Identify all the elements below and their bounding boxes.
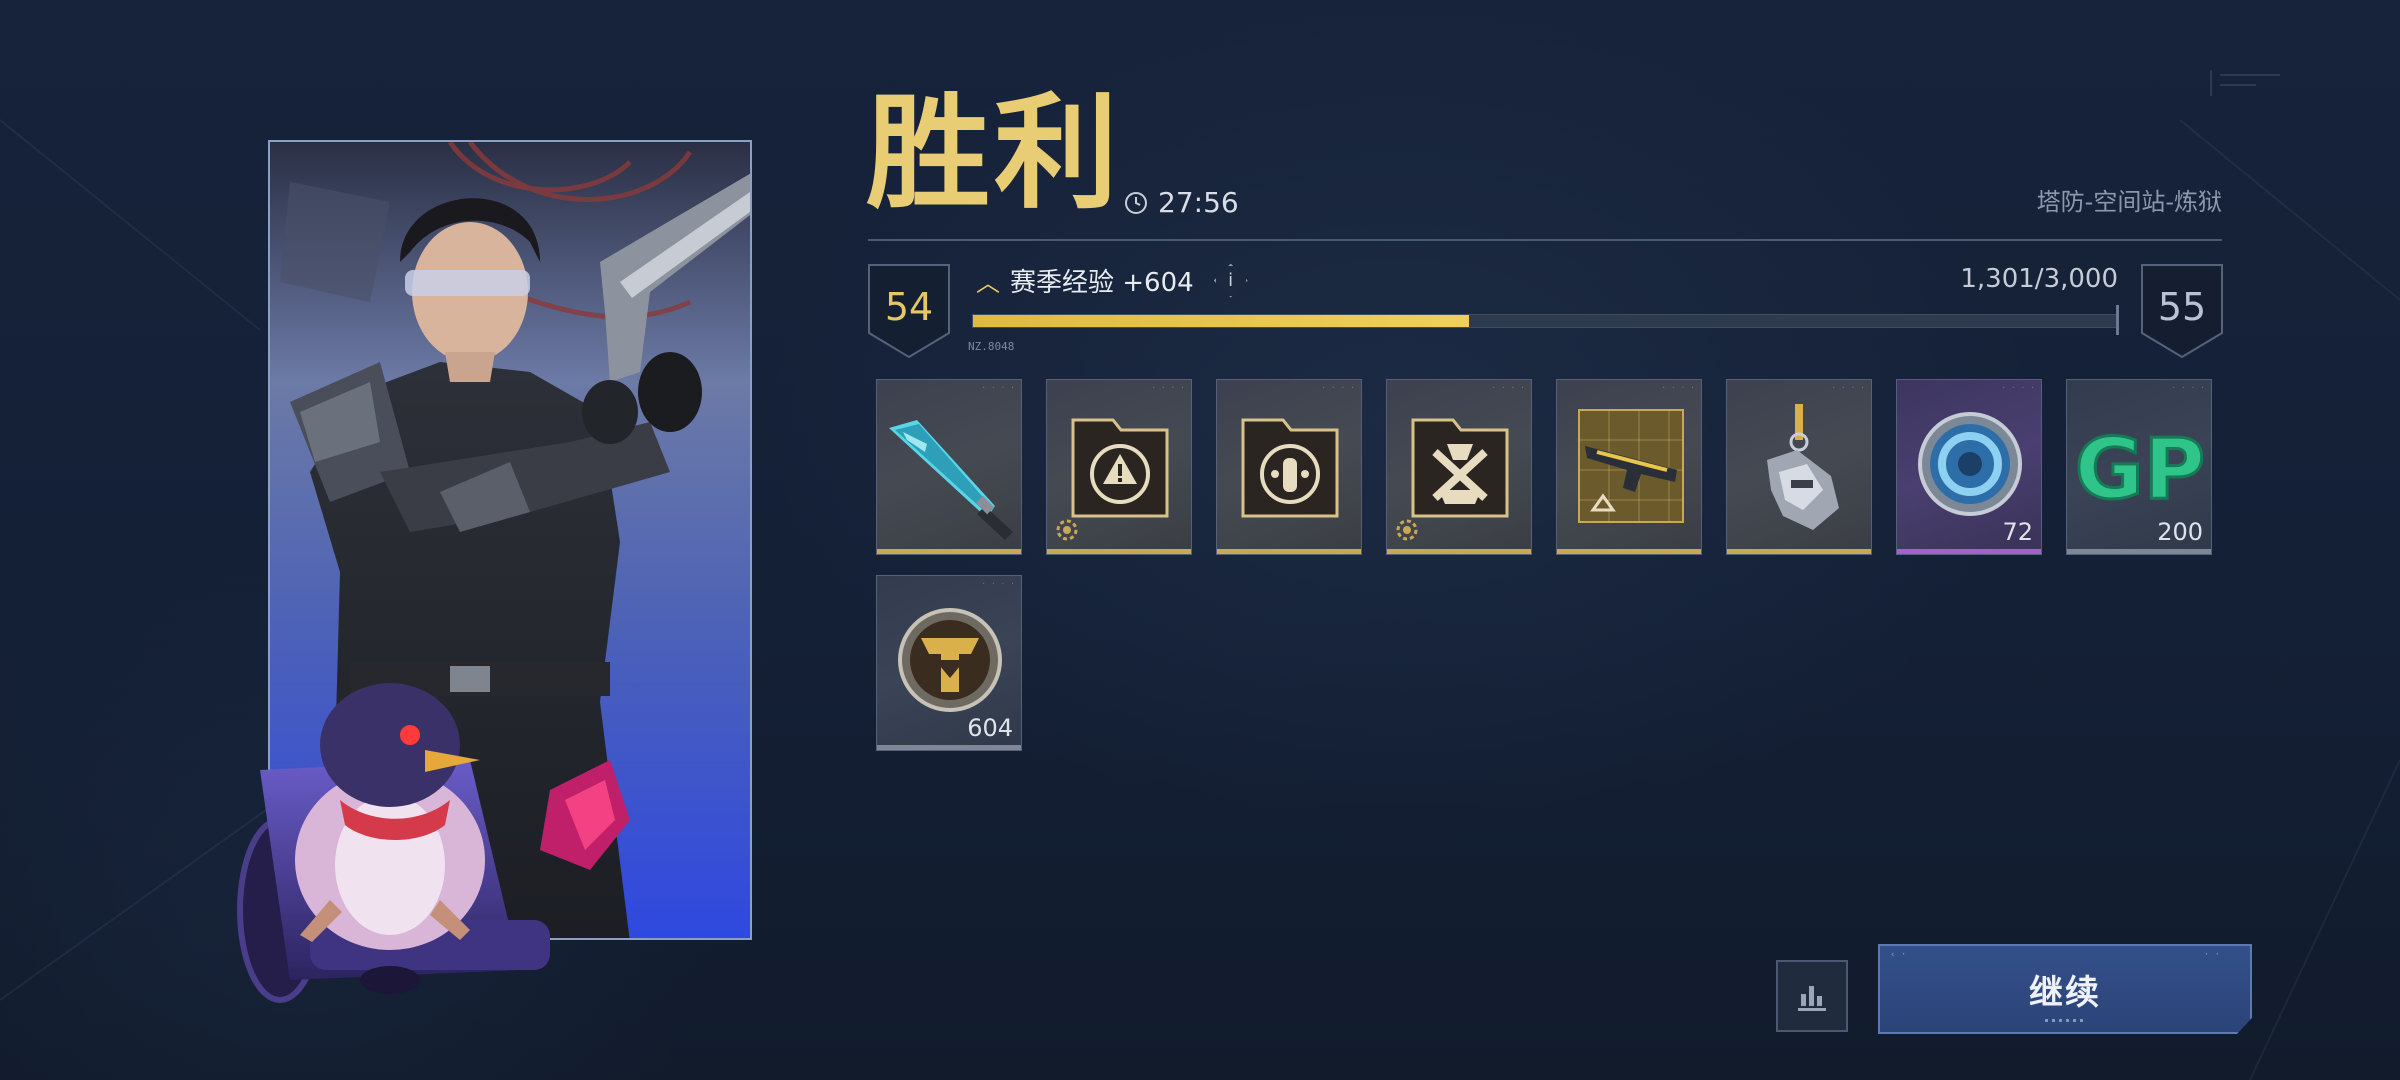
reward-item[interactable]: · · · · xyxy=(1386,379,1532,555)
continue-button[interactable]: ‹ · · · 继续 xyxy=(1878,944,2252,1034)
continue-label: 继续 xyxy=(2029,972,2101,1013)
reward-item[interactable]: · · · · xyxy=(1046,379,1192,555)
exp-progress-fill xyxy=(973,315,1470,327)
current-level: 54 xyxy=(884,285,934,329)
reward-item[interactable]: · · · · 72 xyxy=(1896,379,2042,555)
map-name: 塔防-空间站-炼狱 xyxy=(2036,188,2222,216)
stats-button[interactable] xyxy=(1776,960,1848,1032)
reward-item[interactable]: · · · · 604 xyxy=(876,575,1022,751)
bar-chart-icon xyxy=(1798,986,1826,1011)
reward-item[interactable]: · · · · xyxy=(876,379,1022,555)
gear-icon xyxy=(1396,519,1418,541)
victory-screen: 胜利 27:56 塔防-空间站-炼狱 54 ︿ 赛季经验 +604 i 1,30… xyxy=(0,0,2400,1080)
match-time: 27:56 xyxy=(1158,186,1239,219)
weapon-charm-icon xyxy=(1767,404,1839,530)
bullet-folder-icon xyxy=(1241,418,1339,518)
header-divider xyxy=(868,239,2222,241)
combat-knife-icon xyxy=(889,420,1013,540)
weapon-blueprint-icon xyxy=(1578,409,1684,523)
current-level-badge: 54 xyxy=(867,263,951,359)
match-duration: 27:56 xyxy=(1124,186,1239,219)
victory-title: 胜利 xyxy=(866,81,1123,226)
chevron-up-icon: ︿ xyxy=(976,269,1000,297)
reward-item[interactable]: · · · · xyxy=(1726,379,1872,555)
reward-item[interactable]: · · · · xyxy=(1556,379,1702,555)
reward-quantity: 604 xyxy=(967,714,1013,742)
next-level: 55 xyxy=(2157,285,2207,329)
season-exp-gain: ︿ 赛季经验 +604 i xyxy=(976,262,1248,299)
season-exp-text: 赛季经验 +604 xyxy=(1010,268,1194,298)
penguin-pet-art xyxy=(237,683,630,1003)
svg-text:GP: GP xyxy=(2075,420,2206,518)
exp-progress-count: 1,301/3,000 xyxy=(1960,264,2118,294)
info-icon[interactable]: i xyxy=(1213,263,1248,298)
reward-quantity: 72 xyxy=(2002,518,2033,546)
gear-icon xyxy=(1056,519,1078,541)
reward-quantity: 200 xyxy=(2157,518,2203,546)
exp-bar-tag: NZ.8048 xyxy=(968,340,1015,353)
reward-item[interactable]: · · · · xyxy=(1216,379,1362,555)
exp-progress-bar xyxy=(972,314,2118,328)
exp-bar-end-marker xyxy=(2116,305,2119,335)
next-level-badge: 55 xyxy=(2140,263,2224,359)
reward-item[interactable]: · · · · GP 200 xyxy=(2066,379,2212,555)
clock-icon xyxy=(1125,191,1147,214)
